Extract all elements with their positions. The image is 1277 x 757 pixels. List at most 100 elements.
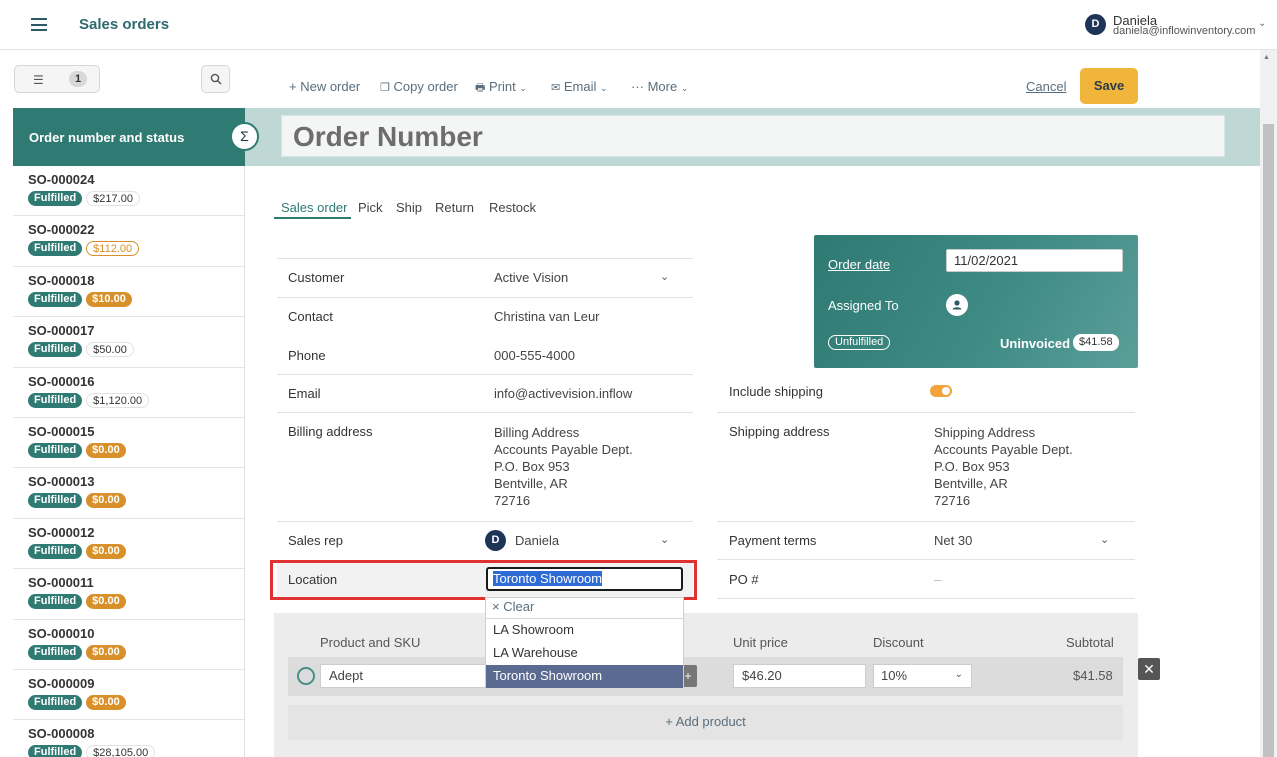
- contact-value[interactable]: Christina van Leur: [494, 308, 600, 325]
- list-item[interactable]: SO-000017 Fulfilled $50.00: [13, 317, 244, 368]
- chevron-down-icon: ⌄: [599, 83, 608, 93]
- chevron-down-icon[interactable]: ⌄: [660, 270, 669, 283]
- chevron-down-icon[interactable]: ⌄: [1100, 533, 1109, 546]
- amount-badge: $0.00: [86, 543, 126, 559]
- clear-label: Clear: [503, 599, 535, 614]
- order-number: SO-000013: [28, 474, 95, 490]
- order-badges: Fulfilled $0.00: [28, 694, 244, 711]
- dropdown-option[interactable]: LA Showroom: [486, 619, 683, 642]
- chevron-down-icon: ⌄: [954, 669, 963, 680]
- order-list[interactable]: SO-000024 Fulfilled $217.00 SO-000022 Fulfil…: [13, 166, 245, 757]
- order-date-label[interactable]: Order date: [828, 257, 890, 272]
- delete-row-button[interactable]: ✕: [1138, 658, 1160, 680]
- billing-line: Billing Address: [494, 425, 580, 440]
- unit-price-input[interactable]: $46.20: [733, 664, 866, 688]
- customer-value[interactable]: Active Vision: [494, 269, 568, 286]
- avatar[interactable]: D: [1085, 14, 1106, 35]
- list-item[interactable]: SO-000008 Fulfilled $28,105.00: [13, 720, 244, 757]
- copy-order-button[interactable]: ❐ Copy order: [380, 79, 458, 94]
- cancel-button[interactable]: Cancel: [1026, 79, 1066, 94]
- include-shipping-toggle[interactable]: [930, 385, 952, 397]
- discount-select[interactable]: 10% ⌄: [873, 664, 972, 688]
- order-badges: Fulfilled $217.00: [28, 191, 244, 207]
- save-button[interactable]: Save: [1080, 68, 1138, 104]
- search-icon: [210, 73, 222, 85]
- assigned-to-label: Assigned To: [828, 298, 899, 313]
- order-badges: Fulfilled $50.00: [28, 342, 244, 358]
- list-item[interactable]: SO-000024 Fulfilled $217.00: [13, 166, 244, 217]
- search-button[interactable]: [201, 65, 230, 93]
- tab-ship[interactable]: Ship: [396, 200, 422, 215]
- order-number-input[interactable]: Order Number: [281, 115, 1225, 157]
- dropdown-option-selected[interactable]: Toronto Showroom: [486, 665, 683, 688]
- list-header-title: Order number and status: [29, 130, 185, 145]
- list-item[interactable]: SO-000009 Fulfilled $0.00: [13, 670, 244, 721]
- user-icon[interactable]: [946, 294, 968, 316]
- list-item[interactable]: SO-000015 Fulfilled $0.00: [13, 418, 244, 469]
- tab-underline: [274, 217, 351, 219]
- amount-badge: $0.00: [86, 594, 126, 610]
- list-item[interactable]: SO-000012 Fulfilled $0.00: [13, 519, 244, 570]
- order-list-header[interactable]: Order number and status: [13, 108, 245, 166]
- list-item[interactable]: SO-000011 Fulfilled $0.00: [13, 569, 244, 620]
- order-number: SO-000009: [28, 675, 95, 691]
- close-icon: ×: [492, 599, 500, 614]
- divider: [717, 412, 1135, 413]
- payment-terms-label: Payment terms: [729, 533, 817, 548]
- page-title: Sales orders: [79, 16, 170, 33]
- billing-address-value[interactable]: Billing Address Accounts Payable Dept. P…: [494, 424, 633, 509]
- filter-count-badge: 1: [69, 71, 87, 87]
- chevron-down-icon[interactable]: ⌄: [1258, 18, 1266, 29]
- chevron-down-icon[interactable]: ⌄: [660, 533, 669, 546]
- billing-line: Accounts Payable Dept.: [494, 442, 633, 457]
- list-item[interactable]: SO-000010 Fulfilled $0.00: [13, 620, 244, 670]
- list-item[interactable]: SO-000018 Fulfilled $10.00: [13, 267, 244, 318]
- chevron-down-icon: ⌄: [519, 83, 527, 93]
- divider: [277, 412, 693, 413]
- row-status-icon[interactable]: [297, 667, 315, 685]
- summary-icon[interactable]: Σ: [230, 122, 259, 151]
- copy-icon: ❐: [380, 82, 390, 94]
- tab-sales-order[interactable]: Sales order: [281, 200, 347, 215]
- phone-label: Phone: [288, 348, 326, 363]
- contact-label: Contact: [288, 309, 333, 324]
- scroll-up-icon[interactable]: ▲: [1263, 54, 1270, 61]
- status-badge: Fulfilled: [28, 241, 83, 257]
- order-date-input[interactable]: 11/02/2021: [946, 249, 1123, 272]
- tab-return[interactable]: Return: [435, 200, 474, 215]
- amount-badge: $28,105.00: [86, 745, 156, 757]
- discount-header: Discount: [873, 635, 924, 650]
- po-value[interactable]: –: [934, 571, 941, 588]
- clear-option[interactable]: × Clear: [492, 599, 534, 614]
- list-item[interactable]: SO-000022 Fulfilled $112.00: [13, 216, 244, 267]
- shipping-address-value[interactable]: Shipping Address Accounts Payable Dept. …: [934, 424, 1073, 509]
- menu-icon[interactable]: [31, 18, 47, 31]
- list-item[interactable]: SO-000016 Fulfilled $1,120.00: [13, 368, 244, 418]
- filter-button[interactable]: ☰ 1: [14, 65, 100, 93]
- payment-terms-value[interactable]: Net 30: [934, 532, 972, 549]
- print-button[interactable]: 🖶 Print ⌄: [475, 79, 527, 98]
- filter-icon: ☰: [33, 73, 44, 87]
- tab-restock[interactable]: Restock: [489, 200, 536, 215]
- status-badge: Fulfilled: [28, 543, 83, 559]
- billing-address-label: Billing address: [288, 424, 373, 439]
- new-order-button[interactable]: + New order: [289, 79, 360, 94]
- product-input[interactable]: Adept: [320, 664, 490, 688]
- customer-label: Customer: [288, 270, 345, 285]
- order-number: SO-000015: [28, 423, 95, 439]
- sales-rep-value[interactable]: Daniela: [515, 532, 559, 549]
- shipping-address-label: Shipping address: [729, 424, 830, 439]
- order-info-card: Order date 11/02/2021 Assigned To Unfulf…: [814, 235, 1138, 368]
- scrollbar-thumb[interactable]: [1263, 124, 1274, 757]
- more-button[interactable]: ··· More ⌄: [631, 79, 688, 94]
- email-button[interactable]: ✉ Email ⌄: [551, 79, 608, 94]
- shipping-line: 72716: [934, 493, 971, 508]
- email-label: Email: [563, 79, 597, 94]
- phone-value[interactable]: 000-555-4000: [494, 347, 575, 364]
- dropdown-option[interactable]: LA Warehouse: [486, 642, 683, 665]
- tab-pick[interactable]: Pick: [358, 200, 383, 215]
- add-product-button[interactable]: + Add product: [288, 705, 1123, 740]
- list-item[interactable]: SO-000013 Fulfilled $0.00: [13, 468, 244, 519]
- email-value[interactable]: info@activevision.inflow: [494, 385, 632, 402]
- order-number: SO-000022: [28, 222, 95, 238]
